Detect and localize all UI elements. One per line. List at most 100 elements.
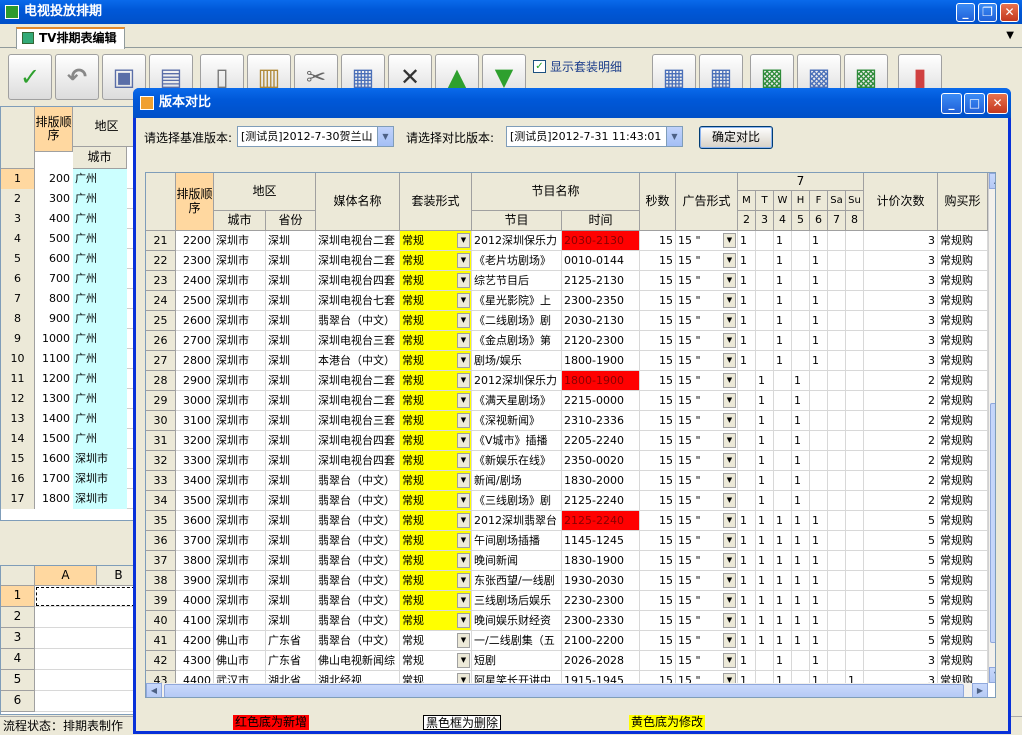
media-cell[interactable]: 深圳电视台二套: [316, 391, 400, 411]
province-cell[interactable]: 深圳: [266, 451, 316, 471]
day-cell[interactable]: [792, 651, 810, 671]
day-cell[interactable]: [828, 291, 846, 311]
dropdown-arrow-icon[interactable]: ▼: [457, 513, 470, 528]
time-cell[interactable]: 2125-2130: [562, 271, 640, 291]
province-cell[interactable]: 深圳: [266, 551, 316, 571]
time-cell[interactable]: 2030-2130: [562, 311, 640, 331]
media-cell[interactable]: 深圳电视台四套: [316, 451, 400, 471]
province-cell[interactable]: 深圳: [266, 231, 316, 251]
media-cell[interactable]: 深圳电视台二套: [316, 231, 400, 251]
media-cell[interactable]: 深圳电视台二套: [316, 371, 400, 391]
buy-cell[interactable]: 常规购: [938, 531, 988, 551]
dropdown-arrow-icon[interactable]: ▼: [457, 333, 470, 348]
province-cell[interactable]: 深圳: [266, 411, 316, 431]
order-cell[interactable]: 4100: [176, 611, 214, 631]
package-cell[interactable]: 常规 ▼: [400, 451, 472, 471]
buy-cell[interactable]: 常规购: [938, 451, 988, 471]
order-cell[interactable]: 3400: [176, 471, 214, 491]
day-cell[interactable]: 1: [810, 611, 828, 631]
time-cell[interactable]: 2125-2240: [562, 491, 640, 511]
count-cell[interactable]: 2: [864, 471, 938, 491]
count-cell[interactable]: 2: [864, 491, 938, 511]
dropdown-arrow-icon[interactable]: ▼: [457, 633, 470, 648]
time-cell[interactable]: 1830-1900: [562, 551, 640, 571]
day-cell[interactable]: [756, 231, 774, 251]
day-cell[interactable]: 1: [756, 531, 774, 551]
day-cell[interactable]: [756, 311, 774, 331]
package-cell[interactable]: 常规 ▼: [400, 511, 472, 531]
order-cell[interactable]: 2500: [176, 291, 214, 311]
program-cell[interactable]: 一/二线剧集（五: [472, 631, 562, 651]
day-cell[interactable]: [828, 231, 846, 251]
buy-cell[interactable]: 常规购: [938, 411, 988, 431]
dropdown-arrow-icon[interactable]: ▼: [723, 453, 736, 468]
buy-cell[interactable]: 常规购: [938, 371, 988, 391]
seconds-cell[interactable]: 15: [640, 371, 676, 391]
program-cell[interactable]: 2012深圳翡翠台: [472, 511, 562, 531]
day-cell[interactable]: [828, 411, 846, 431]
package-cell[interactable]: 常规 ▼: [400, 391, 472, 411]
city-cell[interactable]: 深圳市: [214, 371, 266, 391]
package-cell[interactable]: 常规 ▼: [400, 471, 472, 491]
buy-cell[interactable]: 常规购: [938, 251, 988, 271]
day-cell[interactable]: 1: [774, 531, 792, 551]
day-cell[interactable]: [846, 611, 864, 631]
order-cell[interactable]: 2700: [176, 331, 214, 351]
day-cell[interactable]: [792, 351, 810, 371]
day-cell[interactable]: 1: [792, 551, 810, 571]
horizontal-scroll-thumb[interactable]: [164, 684, 964, 697]
day-cell[interactable]: 1: [738, 251, 756, 271]
time-cell[interactable]: 2310-2336: [562, 411, 640, 431]
media-cell[interactable]: 翡翠台（中文）: [316, 491, 400, 511]
day-cell[interactable]: [738, 391, 756, 411]
adform-cell[interactable]: 15 " ▼: [676, 391, 738, 411]
day-cell[interactable]: [774, 411, 792, 431]
city-cell[interactable]: 佛山市: [214, 631, 266, 651]
day-cell[interactable]: [828, 251, 846, 271]
media-cell[interactable]: 翡翠台（中文）: [316, 471, 400, 491]
day-cell[interactable]: [828, 391, 846, 411]
day-cell[interactable]: [774, 391, 792, 411]
program-cell[interactable]: 《金点剧场》第: [472, 331, 562, 351]
program-cell[interactable]: 《三线剧场》剧: [472, 491, 562, 511]
day-cell[interactable]: [810, 431, 828, 451]
day-cell[interactable]: [846, 291, 864, 311]
day-cell[interactable]: [810, 411, 828, 431]
seconds-cell[interactable]: 15: [640, 531, 676, 551]
day-cell[interactable]: 1: [810, 651, 828, 671]
vertical-scrollbar[interactable]: ▲ ▼: [988, 173, 995, 683]
count-cell[interactable]: 5: [864, 591, 938, 611]
day-cell[interactable]: [810, 471, 828, 491]
day-cell[interactable]: [828, 511, 846, 531]
province-cell[interactable]: 深圳: [266, 291, 316, 311]
adform-cell[interactable]: 15 " ▼: [676, 551, 738, 571]
tab-tv-schedule-edit[interactable]: TV排期表编辑: [16, 27, 126, 49]
adform-cell[interactable]: 15 " ▼: [676, 531, 738, 551]
day-cell[interactable]: 1: [774, 291, 792, 311]
day-cell[interactable]: 1: [792, 511, 810, 531]
day-cell[interactable]: [828, 631, 846, 651]
dropdown-arrow-icon[interactable]: ▼: [723, 593, 736, 608]
day-cell[interactable]: [810, 451, 828, 471]
day-cell[interactable]: 1: [774, 571, 792, 591]
day-cell[interactable]: 1: [756, 511, 774, 531]
day-cell[interactable]: 1: [756, 591, 774, 611]
province-cell[interactable]: 深圳: [266, 311, 316, 331]
day-cell[interactable]: [828, 591, 846, 611]
seconds-cell[interactable]: 15: [640, 651, 676, 671]
package-cell[interactable]: 常规 ▼: [400, 311, 472, 331]
dialog-close-button[interactable]: ✕: [987, 93, 1008, 114]
time-cell[interactable]: 1800-1900: [562, 351, 640, 371]
city-cell[interactable]: 深圳市: [214, 251, 266, 271]
package-cell[interactable]: 常规 ▼: [400, 331, 472, 351]
media-cell[interactable]: 翡翠台（中文）: [316, 531, 400, 551]
package-cell[interactable]: 常规 ▼: [400, 531, 472, 551]
time-cell[interactable]: 2230-2300: [562, 591, 640, 611]
dropdown-arrow-icon[interactable]: ▼: [723, 373, 736, 388]
dialog-maximize-button[interactable]: □: [964, 93, 985, 114]
dropdown-arrow-icon[interactable]: ▼: [457, 573, 470, 588]
dropdown-arrow-icon[interactable]: ▼: [457, 313, 470, 328]
adform-cell[interactable]: 15 " ▼: [676, 311, 738, 331]
city-cell[interactable]: 深圳市: [214, 511, 266, 531]
order-cell[interactable]: 2300: [176, 251, 214, 271]
